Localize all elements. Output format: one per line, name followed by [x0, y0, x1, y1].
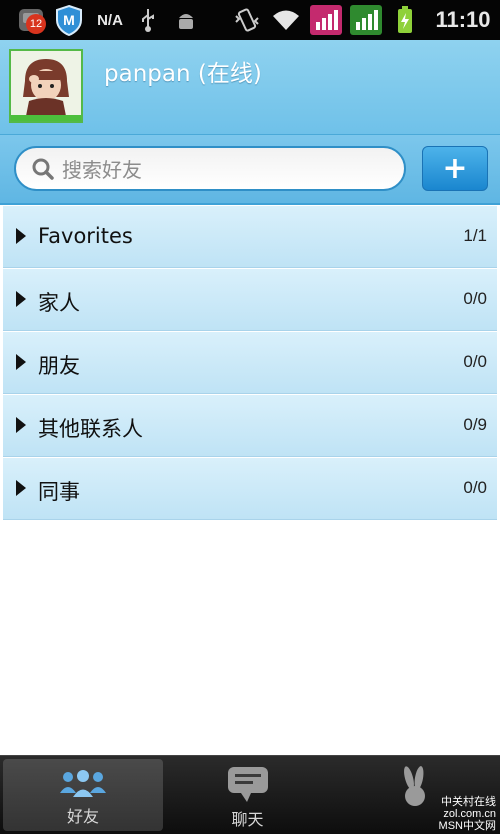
search-icon: [30, 156, 56, 182]
svg-text:M: M: [63, 12, 75, 28]
group-label: 其他联系人: [38, 417, 143, 441]
group-count: 0/0: [463, 352, 487, 371]
group-count: 0/0: [463, 478, 487, 497]
clock: 11:10: [435, 7, 491, 32]
expand-arrow-icon: [16, 228, 26, 244]
wifi-icon: [270, 0, 302, 40]
battery-charging-icon: [394, 0, 416, 40]
watermark-line1: 中关村在线: [441, 796, 496, 808]
group-row-favorites[interactable]: Favorites 1/1: [3, 206, 497, 268]
watermark-line2: zol.com.cn: [443, 808, 496, 820]
search-input[interactable]: 搜索好友: [14, 146, 406, 191]
signal-pink-icon: [308, 0, 344, 40]
signal-green-icon: [348, 0, 384, 40]
network-label: N/A: [97, 11, 123, 29]
group-label: 家人: [38, 291, 80, 315]
watermark: 中关村在线 zol.com.cn MSN中文网: [439, 796, 496, 832]
online-status-bar: [11, 115, 81, 121]
expand-arrow-icon: [16, 354, 26, 370]
friend-group-list: Favorites 1/1 家人 0/0 朋友 0/0 其他联系人 0/9 同事…: [3, 206, 497, 521]
group-row-other-contacts[interactable]: 其他联系人 0/9: [3, 395, 497, 457]
tab-chat[interactable]: 聊天: [166, 756, 329, 834]
notification-count-badge: 12: [26, 14, 46, 34]
watermark-line3: MSN中文网: [438, 820, 496, 832]
tab-label: 聊天: [231, 810, 264, 829]
username: panpan (在线): [104, 54, 262, 88]
search-placeholder: 搜索好友: [62, 158, 142, 182]
bottom-tab-bar: 好友 聊天 中关村在线 zol.com.cn MSN中文网: [0, 755, 500, 834]
chat-icon: [225, 764, 271, 808]
group-row-family[interactable]: 家人 0/0: [3, 269, 497, 331]
android-debug-icon: [172, 0, 200, 40]
group-count: 0/0: [463, 289, 487, 308]
group-label: 同事: [38, 480, 80, 504]
bunny-icon: [395, 764, 435, 812]
username-text: panpan: [104, 61, 191, 87]
group-row-colleagues[interactable]: 同事 0/0: [3, 458, 497, 520]
usb-icon: [136, 0, 160, 40]
online-status-text: (在线): [197, 61, 262, 87]
tab-label: 好友: [66, 807, 99, 826]
expand-arrow-icon: [16, 291, 26, 307]
avatar[interactable]: [9, 49, 83, 123]
expand-arrow-icon: [16, 417, 26, 433]
group-label: 朋友: [38, 354, 80, 378]
avatar-image: [11, 51, 81, 121]
tab-friends[interactable]: 好友: [3, 759, 163, 831]
search-bar: 搜索好友 +: [0, 135, 500, 205]
vibrate-icon: [232, 0, 262, 40]
expand-arrow-icon: [16, 480, 26, 496]
friends-icon: [56, 767, 110, 805]
group-label: Favorites: [38, 224, 133, 248]
profile-header: panpan (在线): [0, 40, 500, 135]
group-row-friends[interactable]: 朋友 0/0: [3, 332, 497, 394]
group-count: 1/1: [463, 226, 487, 245]
shield-icon: M: [52, 0, 86, 40]
group-count: 0/9: [463, 415, 487, 434]
status-bar: 12 M N/A 11:10: [0, 0, 500, 40]
add-friend-button[interactable]: +: [422, 146, 488, 191]
